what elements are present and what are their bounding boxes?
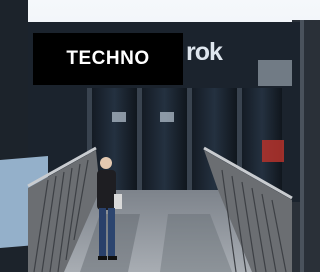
genre-label: TECHNO — [33, 33, 183, 85]
storefront-logo: rok — [186, 38, 223, 66]
photo-scene: rok TECHNO — [0, 0, 320, 272]
